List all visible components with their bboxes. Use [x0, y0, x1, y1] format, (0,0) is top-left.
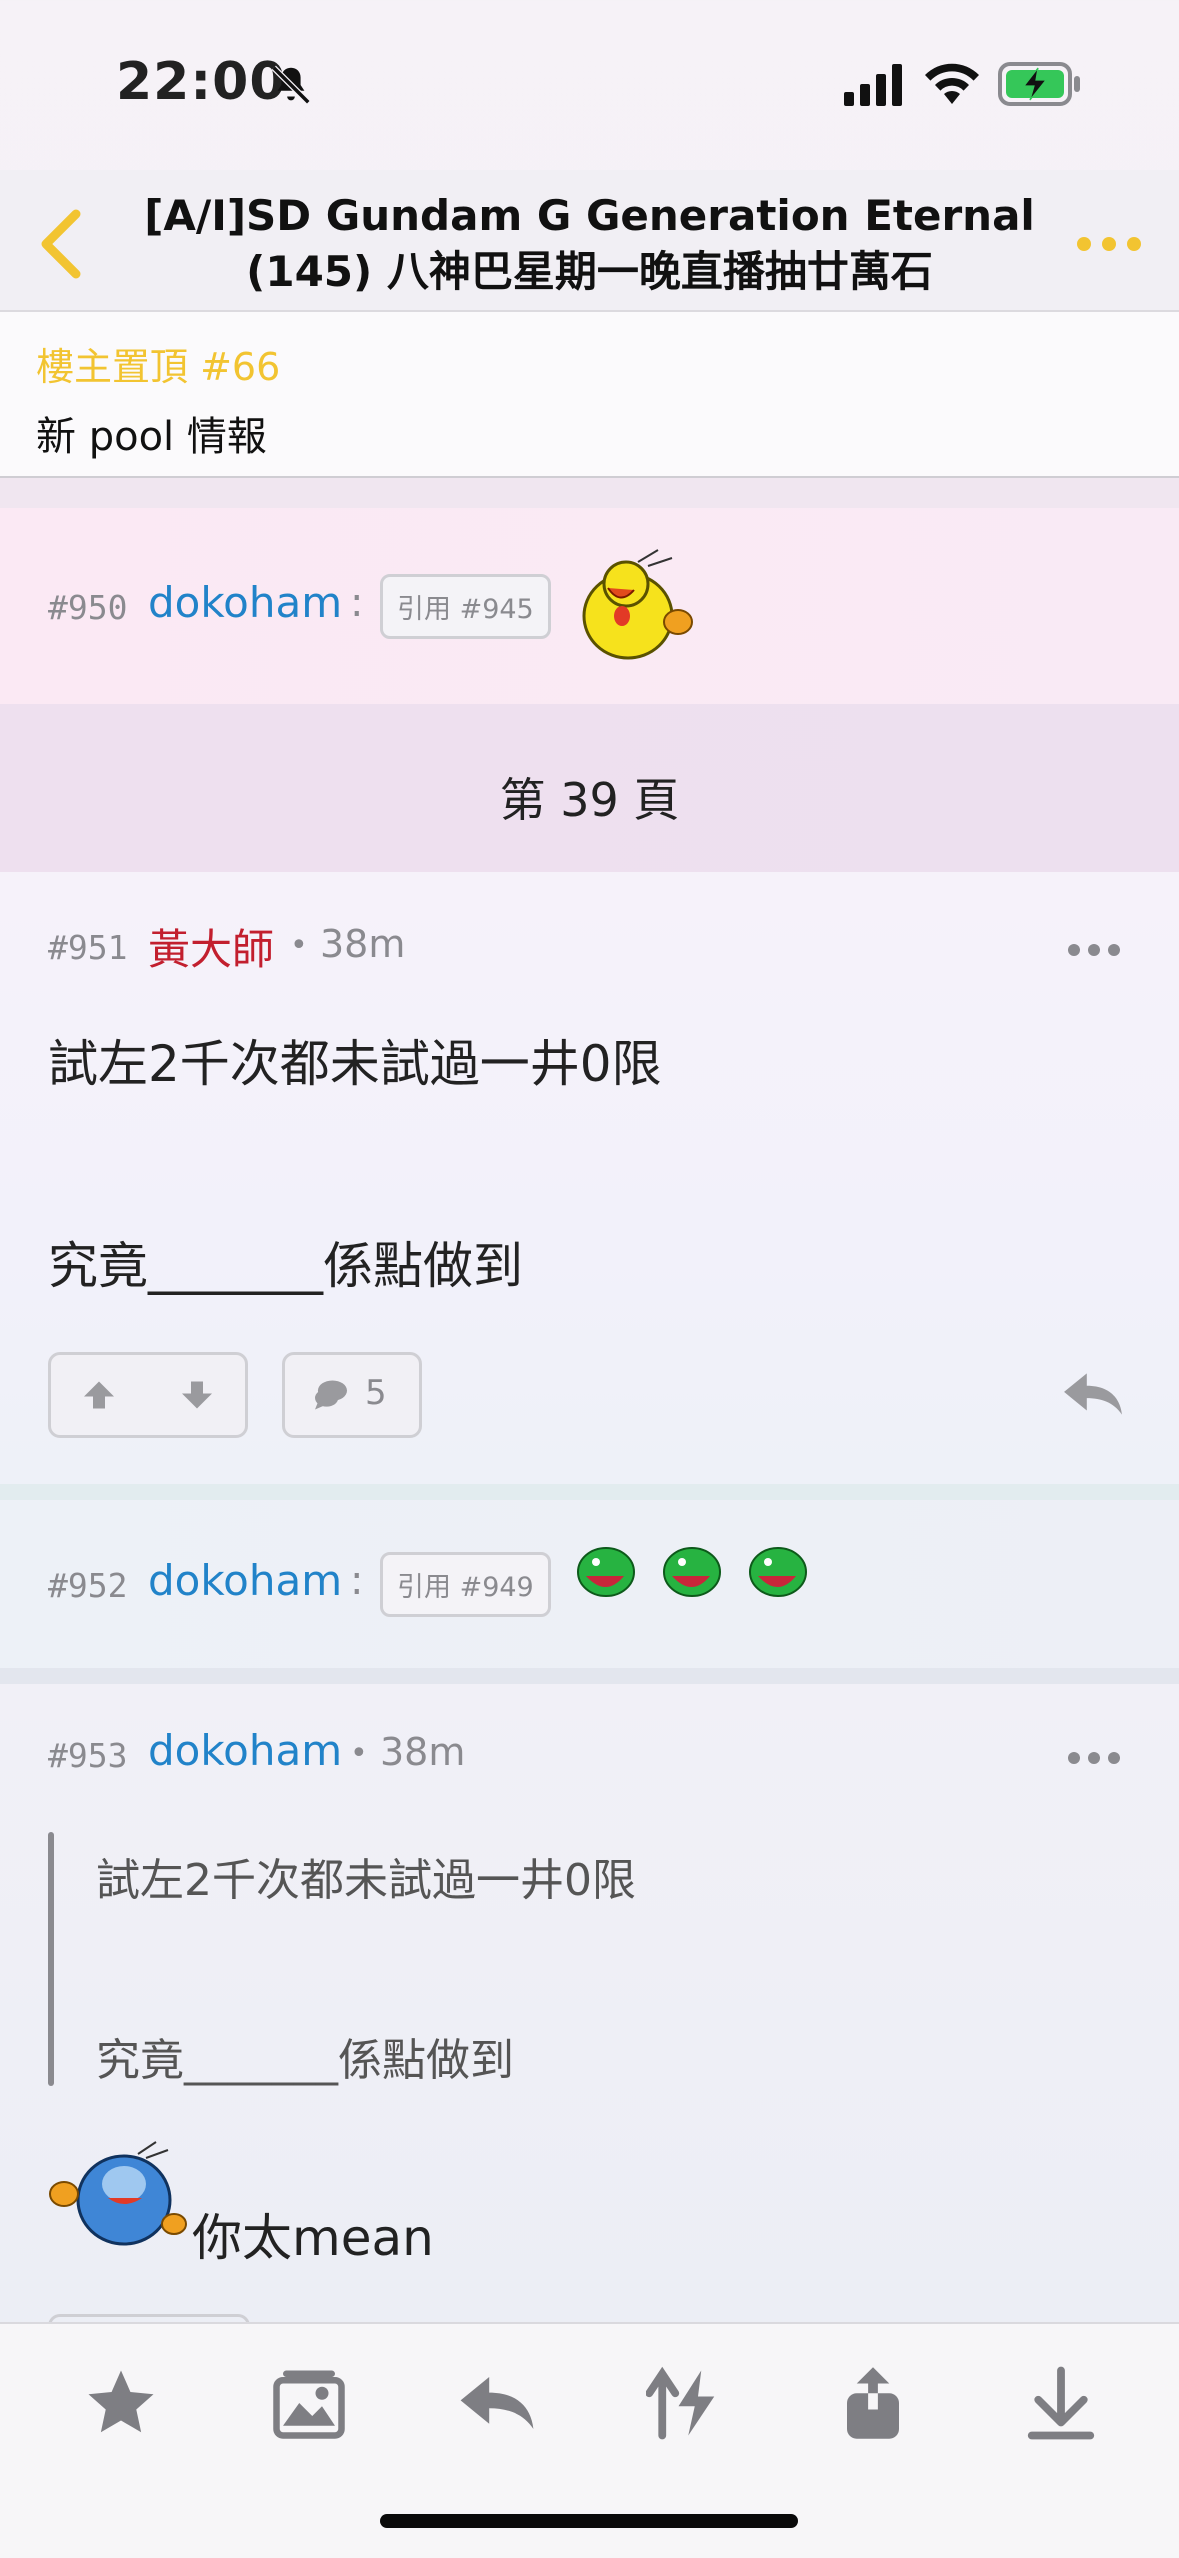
post-number: #950 — [48, 588, 128, 627]
quoted-line: 究竟_______係點做到 — [96, 2035, 514, 2086]
post-number: #953 — [48, 1736, 128, 1775]
comments-icon — [315, 1380, 347, 1410]
colon: : — [350, 1558, 364, 1604]
post-951: #951 黃大師 • 38m 試左2千次都未試過一井0限 究竟_______係點… — [0, 872, 1179, 1484]
post-953: #953 dokoham • 38m 試左2千次都未試過一井0限 究竟_____… — [0, 1684, 1179, 2337]
separator-dot: • — [290, 928, 308, 963]
post-body-line: 試左2千次都未試過一井0限 — [48, 1035, 662, 1093]
status-time: 22:00 — [116, 52, 287, 112]
crying-bird-sticker — [49, 2141, 187, 2246]
reply-icon[interactable] — [1062, 1368, 1124, 1420]
post-more-icon[interactable] — [1066, 942, 1122, 958]
post-952: #952 dokoham : 引用 #949 — [0, 1500, 1179, 1668]
downvote-icon[interactable] — [179, 1377, 215, 1413]
bell-muted-icon — [271, 65, 311, 105]
star-icon[interactable] — [82, 2364, 160, 2442]
pinned-label: 樓主置頂 #66 — [36, 345, 281, 389]
thread-title: [A/I]SD Gundam G Generation Eternal (145… — [140, 188, 1039, 300]
thread-title-line1: [A/I]SD Gundam G Generation Eternal — [144, 191, 1035, 240]
yellow-bird-sticker — [582, 549, 693, 660]
quote-reference-button[interactable]: 引用 #949 — [380, 1552, 551, 1617]
divider — [0, 478, 1179, 508]
share-icon[interactable] — [834, 2364, 912, 2442]
vote-buttons — [48, 1352, 248, 1438]
username-link[interactable]: dokoham — [148, 1726, 342, 1775]
post-body-line: 究竟_______係點做到 — [48, 1237, 523, 1295]
quoted-line: 試左2千次都未試過一井0限 — [96, 1855, 636, 1906]
post-more-icon[interactable] — [1066, 1750, 1122, 1766]
download-icon[interactable] — [1022, 2364, 1100, 2442]
page-separator: 第 39 頁 — [0, 704, 1179, 872]
post-age: 38m — [320, 922, 406, 966]
username-link[interactable]: 黃大師 — [148, 916, 274, 977]
page-label: 第 39 頁 — [499, 773, 680, 827]
post-number: #952 — [48, 1566, 128, 1605]
sort-icon[interactable] — [646, 2364, 724, 2442]
pinned-banner[interactable]: 樓主置頂 #66 新 pool 情報 — [0, 312, 1179, 478]
comments-button[interactable]: 5 — [282, 1352, 422, 1438]
separator-dot: • — [350, 1736, 368, 1771]
more-options-icon[interactable] — [1074, 234, 1144, 254]
divider — [0, 1484, 1179, 1500]
home-indicator — [380, 2514, 798, 2528]
green-snake-stickers — [577, 1547, 807, 1597]
wifi-icon — [925, 63, 979, 104]
divider — [0, 1668, 1179, 1684]
post-number: #951 — [48, 928, 128, 967]
comments-count: 5 — [365, 1373, 387, 1413]
quote-reference-button[interactable]: 引用 #945 — [380, 574, 551, 639]
upvote-icon[interactable] — [81, 1377, 117, 1413]
username-link[interactable]: dokoham — [148, 1556, 342, 1605]
signal-icon — [844, 64, 902, 106]
username-link[interactable]: dokoham — [148, 578, 342, 627]
back-chevron-icon[interactable] — [36, 206, 86, 282]
quote-bar — [48, 1832, 54, 2086]
battery-charging-icon — [998, 62, 1080, 106]
reply-icon[interactable] — [458, 2364, 536, 2442]
gallery-icon[interactable] — [270, 2364, 348, 2442]
nav-header: [A/I]SD Gundam G Generation Eternal (145… — [0, 170, 1179, 312]
reply-text: 你太mean — [192, 2209, 434, 2267]
pinned-text: 新 pool 情報 — [36, 414, 267, 460]
status-bar: 22:00 — [0, 0, 1179, 170]
colon: : — [350, 580, 364, 626]
post-950: #950 dokoham : 引用 #945 — [0, 508, 1179, 704]
thread-title-line2: (145) 八神巴星期一晚直播抽廿萬石 — [246, 247, 933, 296]
post-age: 38m — [380, 1730, 466, 1774]
